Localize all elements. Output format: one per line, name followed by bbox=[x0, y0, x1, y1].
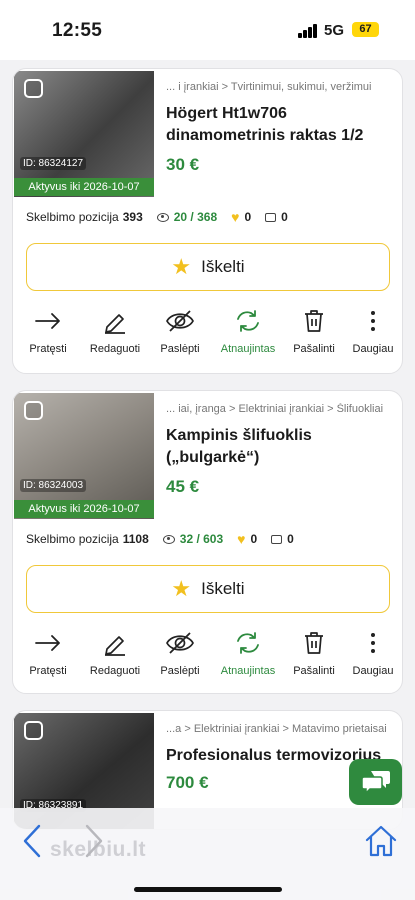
listing-price: 30 € bbox=[166, 155, 200, 174]
arrow-right-icon bbox=[35, 313, 60, 329]
messages-stat: 0 bbox=[265, 210, 288, 224]
likes-value: 0 bbox=[244, 210, 252, 224]
views-value: 32 / 603 bbox=[179, 532, 224, 546]
breadcrumb[interactable]: ... i įrankiai > Tvirtinimui, sukimui, v… bbox=[166, 81, 394, 93]
battery-icon: 67 bbox=[352, 22, 379, 37]
edit-label: Redaguoti bbox=[89, 665, 141, 677]
heart-icon: ♥ bbox=[231, 209, 240, 225]
heart-icon: ♥ bbox=[237, 531, 246, 547]
eye-icon bbox=[162, 534, 175, 544]
edit-button[interactable]: Redaguoti bbox=[80, 627, 150, 677]
position-label: Skelbimo pozicija bbox=[26, 532, 119, 546]
listing-actions: Pratęsti Redaguoti Paslėpti Atnaujintas … bbox=[13, 627, 402, 687]
likes-stat: ♥ 0 bbox=[237, 532, 257, 546]
boost-label: Iškelti bbox=[201, 579, 245, 598]
extend-button[interactable]: Pratęsti bbox=[13, 627, 83, 677]
ad-id: ID: 86324127 bbox=[20, 157, 87, 170]
active-until-badge: Aktyvus iki 2026-10-07 bbox=[14, 500, 154, 518]
select-checkbox[interactable] bbox=[24, 721, 43, 740]
more-label: Daugiau bbox=[352, 665, 394, 677]
boost-button[interactable]: ★ Iškelti bbox=[26, 565, 390, 613]
renewed-label: Atnaujintas bbox=[220, 665, 276, 677]
extend-button[interactable]: Pratęsti bbox=[13, 305, 83, 355]
home-icon[interactable] bbox=[364, 824, 398, 858]
position-value: 393 bbox=[122, 210, 143, 224]
chat-icon bbox=[360, 771, 390, 795]
listing-stats: Skelbimo pozicija 1108 32 / 603 ♥ 0 0 bbox=[26, 531, 294, 547]
select-checkbox[interactable] bbox=[24, 79, 43, 98]
edit-button[interactable]: Redaguoti bbox=[80, 305, 150, 355]
more-button[interactable]: Daugiau bbox=[338, 305, 402, 355]
message-icon bbox=[271, 534, 283, 544]
listing-actions: Pratęsti Redaguoti Paslėpti Atnaujintas … bbox=[13, 305, 402, 365]
eye-icon bbox=[156, 212, 169, 222]
pencil-icon bbox=[105, 314, 125, 334]
arrow-right-icon bbox=[35, 635, 60, 651]
star-icon: ★ bbox=[171, 254, 192, 279]
eye-off-icon bbox=[166, 632, 194, 654]
more-button[interactable]: Daugiau bbox=[338, 627, 402, 677]
select-checkbox[interactable] bbox=[24, 401, 43, 420]
star-icon: ★ bbox=[171, 576, 192, 601]
extend-label: Pratęsti bbox=[29, 343, 67, 355]
listing-price: 700 € bbox=[166, 773, 209, 792]
listing-title[interactable]: Kampinis šlifuoklis („bulgarkė“) bbox=[166, 425, 394, 469]
active-until-badge: Aktyvus iki 2026-10-07 bbox=[14, 178, 154, 196]
refresh-icon bbox=[237, 632, 259, 654]
more-vertical-icon bbox=[371, 633, 375, 653]
more-label: Daugiau bbox=[352, 343, 394, 355]
forward-icon[interactable] bbox=[84, 824, 104, 858]
views-value: 20 / 368 bbox=[173, 210, 218, 224]
listing-card[interactable]: ID: 86324127 Aktyvus iki 2026-10-07 ... … bbox=[12, 68, 403, 374]
eye-off-icon bbox=[166, 310, 194, 332]
edit-label: Redaguoti bbox=[89, 343, 141, 355]
pencil-icon bbox=[105, 636, 125, 656]
breadcrumb[interactable]: ...a > Elektriniai įrankiai > Matavimo p… bbox=[166, 723, 394, 735]
hide-button[interactable]: Paslėpti bbox=[145, 627, 215, 677]
ad-id: ID: 86324003 bbox=[20, 479, 87, 492]
back-icon[interactable] bbox=[22, 824, 42, 858]
renewed-button[interactable]: Atnaujintas bbox=[213, 305, 283, 355]
messages-value: 0 bbox=[281, 210, 288, 224]
chat-button[interactable] bbox=[349, 759, 402, 805]
hide-button[interactable]: Paslėpti bbox=[145, 305, 215, 355]
listing-title[interactable]: Högert Ht1w706 dinamometrinis raktas 1/2 bbox=[166, 103, 394, 147]
position-value: 1108 bbox=[122, 532, 149, 546]
boost-button[interactable]: ★ Iškelti bbox=[26, 243, 390, 291]
hide-label: Paslėpti bbox=[160, 343, 200, 355]
breadcrumb[interactable]: ... iai, įranga > Elektriniai įrankiai >… bbox=[166, 403, 394, 415]
message-icon bbox=[265, 212, 277, 222]
listing-card[interactable]: ID: 86324003 Aktyvus iki 2026-10-07 ... … bbox=[12, 390, 403, 694]
extend-label: Pratęsti bbox=[29, 665, 67, 677]
browser-toolbar: skelbiu.lt bbox=[0, 808, 415, 900]
likes-value: 0 bbox=[250, 532, 258, 546]
renewed-button[interactable]: Atnaujintas bbox=[213, 627, 283, 677]
position-label: Skelbimo pozicija bbox=[26, 210, 119, 224]
clock: 12:55 bbox=[52, 20, 103, 41]
trash-icon bbox=[305, 632, 323, 654]
likes-stat: ♥ 0 bbox=[231, 210, 251, 224]
listing-price: 45 € bbox=[166, 477, 200, 496]
listing-stats: Skelbimo pozicija 393 20 / 368 ♥ 0 0 bbox=[26, 209, 288, 225]
boost-label: Iškelti bbox=[201, 257, 245, 276]
views-stat: 32 / 603 bbox=[162, 532, 224, 546]
messages-stat: 0 bbox=[271, 532, 294, 546]
more-vertical-icon bbox=[371, 311, 375, 331]
home-indicator bbox=[134, 887, 282, 892]
views-stat: 20 / 368 bbox=[156, 210, 218, 224]
signal-icon bbox=[298, 24, 318, 38]
refresh-icon bbox=[237, 310, 259, 332]
renewed-label: Atnaujintas bbox=[220, 343, 276, 355]
trash-icon bbox=[305, 310, 323, 332]
status-bar: 12:55 5G 67 bbox=[0, 0, 415, 60]
network-type: 5G bbox=[324, 22, 345, 39]
hide-label: Paslėpti bbox=[160, 665, 200, 677]
messages-value: 0 bbox=[287, 532, 294, 546]
